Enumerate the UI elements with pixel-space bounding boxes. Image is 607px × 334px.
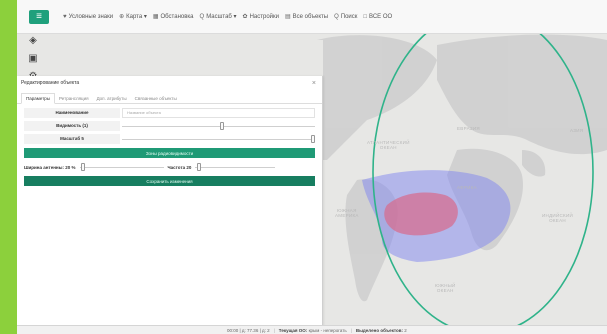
- panel-header: Редактирование объекта ×: [17, 76, 322, 90]
- list-icon: ▤: [285, 14, 291, 20]
- nav-scale-label: Масштаб ▾: [206, 14, 237, 20]
- box-icon: □: [363, 13, 368, 20]
- nav-all-oo[interactable]: □ ВСЕ ОО: [363, 14, 392, 20]
- visibility-row: Видимость (1): [24, 120, 315, 132]
- nav-search[interactable]: Q Поиск: [334, 14, 357, 20]
- frequency-slider[interactable]: [195, 162, 276, 172]
- layers-icon[interactable]: ◈: [26, 36, 40, 48]
- visibility-label: Видимость (1): [24, 121, 120, 131]
- antenna-width-track: [79, 167, 164, 168]
- nav-all-objects[interactable]: ▤ Все объекты: [285, 13, 329, 21]
- map-marker-icon: ♥: [63, 13, 67, 20]
- selected-count-value: 2: [404, 327, 407, 333]
- visibility-zones-button[interactable]: Зоны радиовидимости: [24, 148, 315, 158]
- antenna-width-thumb[interactable]: [81, 163, 86, 171]
- nav-settings-label: Настройки: [249, 13, 279, 20]
- close-icon[interactable]: ×: [312, 80, 316, 87]
- top-toolbar: ≡ ♥ Условные знаки ⊕ Карта ▾ ▦ Обстановк…: [17, 0, 607, 34]
- scale-row: Масштаб 5: [24, 133, 315, 145]
- nav-legend-label: Условные знаки: [68, 13, 114, 20]
- nav-search-label: Поиск: [340, 13, 358, 20]
- visibility-slider-thumb[interactable]: [220, 122, 225, 130]
- status-bar: 00:00 | д: 77.36 | д: 2 | Текущая ОО: кр…: [17, 325, 607, 334]
- land-eurasia: [437, 34, 607, 155]
- nav-situation-label: Обстановка: [160, 13, 194, 20]
- antenna-width-label: Ширина антенны: 20 %: [24, 164, 76, 170]
- parameters-form: Наименование Название объекта Видимость …: [17, 104, 322, 186]
- scale-slider-track: [122, 139, 315, 140]
- nav-scale[interactable]: Q Масштаб ▾: [199, 13, 237, 21]
- nav-map-label: Карта ▾: [126, 14, 147, 20]
- status-separator-2: |: [350, 327, 352, 333]
- nav-all-objects-label: Все объекты: [292, 13, 329, 20]
- name-row: Наименование Название объекта: [24, 107, 315, 119]
- hamburger-icon: ≡: [36, 10, 42, 22]
- search-icon: Q: [334, 13, 339, 20]
- tab-relay[interactable]: Ретрансляция: [55, 94, 93, 103]
- name-input[interactable]: Название объекта: [122, 108, 315, 118]
- tab-extra-attributes[interactable]: Доп. атрибуты: [93, 94, 131, 103]
- status-separator: |: [273, 327, 275, 333]
- map-label-indian: ИНДИЙСКИЙ ОКЕАН: [542, 213, 574, 223]
- map-label-southern: ЮЖНЫЙ ОКЕАН: [435, 283, 456, 293]
- scale-slider[interactable]: [122, 134, 315, 144]
- globe-icon: ⊕: [119, 14, 125, 20]
- frequency-thumb[interactable]: [196, 163, 201, 171]
- map-label-south-america: ЮЖНАЯ АМЕРИКА: [335, 208, 359, 218]
- map-label-eurasia: ЕВРАЗИЯ: [457, 126, 480, 131]
- window-icon[interactable]: ▣: [26, 54, 40, 66]
- land-arabia: [522, 150, 546, 177]
- name-label: Наименование: [24, 108, 120, 118]
- grid-icon: ▦: [152, 14, 159, 20]
- gear-icon: ✿: [242, 14, 248, 20]
- map-label-asia: АЗИЯ: [570, 128, 584, 133]
- nav-map[interactable]: ⊕ Карта ▾: [119, 13, 147, 20]
- tab-parameters[interactable]: Параметры: [21, 93, 55, 104]
- antenna-width-slider[interactable]: [79, 162, 164, 172]
- current-oo-value: крым - неперогать: [308, 327, 347, 333]
- panel-tabs: Параметры Ретрансляция Доп. атрибуты Свя…: [17, 92, 322, 104]
- visibility-slider[interactable]: [122, 121, 315, 131]
- save-changes-button[interactable]: Сохранить изменения: [24, 176, 315, 186]
- panel-title: Редактирование объекта: [21, 80, 80, 86]
- nav-all-oo-label: ВСЕ ОО: [369, 13, 393, 20]
- scale-slider-thumb[interactable]: [311, 135, 315, 143]
- antenna-row: Ширина антенны: 20 % Частота 20: [24, 161, 315, 173]
- nav-settings[interactable]: ✿ Настройки: [242, 13, 279, 21]
- selected-count-label: Выделено объектов:: [355, 327, 403, 333]
- tab-linked-objects[interactable]: Связанные объекты: [131, 94, 181, 103]
- zoom-icon: Q: [199, 13, 205, 20]
- edit-object-panel: Редактирование объекта × Параметры Ретра…: [17, 76, 323, 334]
- map-label-africa: АФРИКА: [457, 185, 477, 190]
- app-window: ЕВРАЗИЯ АЗИЯ АФРИКА ЮЖНАЯ АМЕРИКА АТЛАНТ…: [17, 0, 607, 334]
- visibility-slider-track: [122, 126, 315, 127]
- scale-label: Масштаб 5: [24, 134, 120, 144]
- nav-situation[interactable]: ▦ Обстановка: [152, 13, 194, 21]
- current-oo-label: Текущая ОО:: [278, 327, 308, 333]
- frequency-label: Частота 20: [167, 164, 192, 170]
- nav-legend[interactable]: ♥ Условные знаки: [63, 14, 113, 20]
- menu-button[interactable]: ≡: [29, 9, 49, 24]
- frequency-track: [195, 167, 276, 168]
- map-label-atlantic: АТЛАНТИЧЕСКИЙ ОКЕАН: [367, 140, 410, 150]
- status-coords: 00:00 | д: 77.36 | д: 2: [227, 327, 270, 333]
